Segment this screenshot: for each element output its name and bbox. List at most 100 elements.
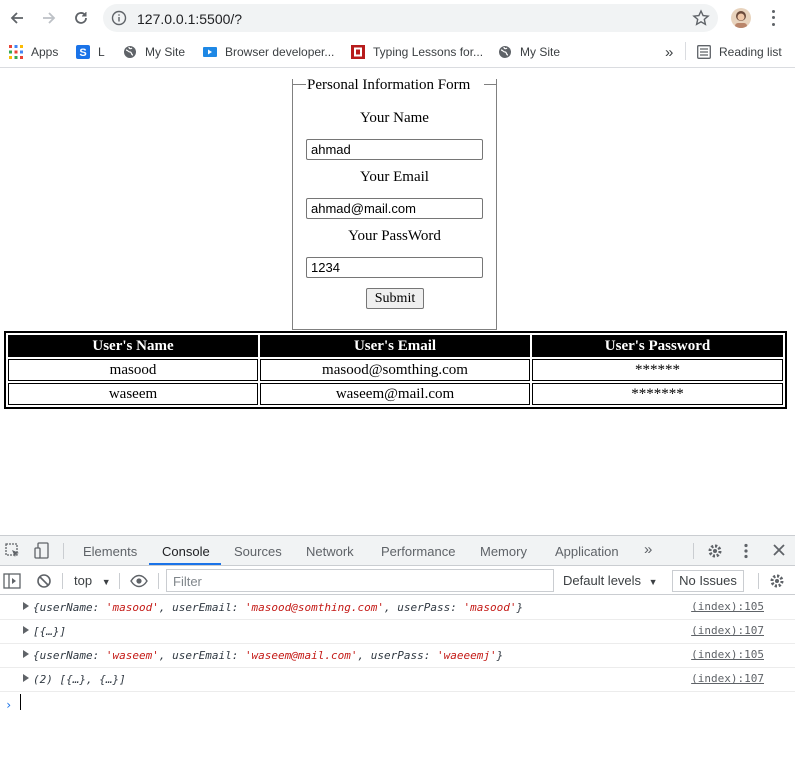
console-filter-input[interactable]: Filter (166, 569, 554, 592)
cell-email: waseem@mail.com (260, 383, 530, 405)
svg-text:S: S (79, 47, 86, 59)
reading-list-icon (697, 45, 711, 59)
bookmark-label: Typing Lessons for... (373, 45, 484, 59)
clear-console-icon[interactable] (36, 573, 52, 592)
console-prompt-chevron-icon: › (5, 698, 13, 712)
address-bar[interactable]: 127.0.0.1:5500/? (103, 4, 718, 32)
bookmark-label: My Site (145, 45, 186, 59)
log-source-link[interactable]: (index):105 (691, 648, 764, 661)
forward-arrow-icon[interactable] (37, 6, 61, 30)
console-input-caret[interactable] (20, 694, 21, 710)
header-users-email: User's Email (260, 335, 530, 357)
form-legend: Personal Information Form (307, 77, 471, 93)
tab-sources[interactable]: Sources (234, 544, 282, 559)
browser-toolbar: 127.0.0.1:5500/? (0, 0, 795, 36)
bookmark-my-site-2[interactable]: My Site (498, 43, 560, 61)
expand-triangle-icon[interactable] (23, 602, 29, 610)
inspect-element-icon[interactable] (5, 543, 21, 562)
issues-button[interactable]: No Issues (672, 570, 744, 592)
bookmark-label: L (98, 45, 105, 59)
tab-application[interactable]: Application (555, 544, 619, 559)
globe-icon (498, 45, 512, 59)
email-label: Your Email (360, 169, 429, 185)
cell-password: ****** (532, 359, 783, 381)
profile-avatar[interactable] (731, 8, 751, 28)
bookmark-star-icon[interactable] (692, 9, 710, 30)
bookmark-browser-developer[interactable]: Browser developer... (203, 43, 334, 61)
reload-icon[interactable] (69, 6, 93, 30)
show-sidebar-icon[interactable] (3, 573, 21, 592)
dropdown-arrow-icon: ▼ (648, 577, 658, 587)
bookmarks-bar: Apps S L My Site Browser developer... Ty… (0, 36, 795, 68)
tab-memory[interactable]: Memory (480, 544, 527, 559)
header-users-name: User's Name (8, 335, 258, 357)
password-input[interactable]: 1234 (306, 257, 483, 278)
log-source-link[interactable]: (index):107 (691, 624, 764, 637)
bookmark-apps[interactable]: Apps (9, 43, 58, 61)
tab-performance[interactable]: Performance (381, 544, 455, 559)
device-toolbar-icon[interactable] (34, 542, 50, 563)
console-log-entry[interactable]: {userName: 'waseem', userEmail: 'waseem@… (0, 644, 795, 668)
tab-console[interactable]: Console (162, 544, 210, 559)
devtools-menu-icon[interactable] (740, 543, 752, 562)
toolbar-divider (158, 573, 159, 589)
table-header-row: User's Name User's Email User's Password (8, 335, 783, 357)
bookmark-label: My Site (520, 45, 561, 59)
info-icon[interactable] (111, 10, 127, 29)
name-label: Your Name (360, 110, 429, 126)
url-text: 127.0.0.1:5500/? (137, 11, 243, 27)
console-toolbar: top ▼ Filter Default levels ▼ No Issues (0, 567, 795, 595)
bookmark-my-site[interactable]: My Site (123, 43, 185, 61)
active-tab-indicator (149, 563, 221, 565)
bookmark-l[interactable]: S L (76, 43, 105, 61)
name-input[interactable]: ahmad (306, 139, 483, 160)
devtools-tab-bar: Elements Console Sources Network Perform… (0, 536, 795, 566)
apps-grid-icon (9, 45, 23, 59)
more-bookmarks-chevron-icon[interactable]: » (665, 43, 673, 61)
settings-gear-icon[interactable] (707, 543, 723, 562)
bookmark-typing-lessons[interactable]: Typing Lessons for... (351, 43, 483, 61)
tab-elements[interactable]: Elements (83, 544, 137, 559)
console-log-entry[interactable]: [{…}] (index):107 (0, 620, 795, 644)
browser-menu-icon[interactable] (768, 8, 778, 28)
context-selector[interactable]: top ▼ (74, 573, 111, 588)
header-users-password: User's Password (532, 335, 783, 357)
log-source-link[interactable]: (index):105 (691, 600, 764, 613)
email-input[interactable]: ahmad@mail.com (306, 198, 483, 219)
fieldset-border (292, 84, 306, 85)
video-icon (203, 45, 217, 59)
log-message: [{…}] (33, 625, 67, 638)
fieldset-border (484, 84, 497, 85)
submit-button[interactable]: Submit (366, 288, 424, 309)
table-row: waseem waseem@mail.com ******* (8, 383, 783, 405)
expand-triangle-icon[interactable] (23, 650, 29, 658)
more-tabs-chevron-icon[interactable]: » (644, 541, 652, 558)
toolbar-divider (119, 573, 120, 589)
toolbar-divider (693, 543, 694, 559)
s-logo-icon: S (76, 45, 90, 59)
bookmarks-divider (685, 42, 686, 60)
log-source-link[interactable]: (index):107 (691, 672, 764, 685)
reading-list-button[interactable]: Reading list (697, 43, 782, 61)
log-message: {userName: 'waseem', userEmail: 'waseem@… (33, 649, 504, 662)
typing-icon (351, 45, 365, 59)
live-expression-eye-icon[interactable] (130, 573, 148, 592)
console-log-entry[interactable]: (2) [{…}, {…}] (index):107 (0, 668, 795, 692)
console-log-entry[interactable]: {userName: 'masood', userEmail: 'masood@… (0, 596, 795, 620)
dropdown-arrow-icon: ▼ (101, 577, 111, 587)
back-arrow-icon[interactable] (5, 6, 29, 30)
expand-triangle-icon[interactable] (23, 626, 29, 634)
tab-network[interactable]: Network (306, 544, 354, 559)
table-row: masood masood@somthing.com ****** (8, 359, 783, 381)
expand-triangle-icon[interactable] (23, 674, 29, 682)
log-levels-dropdown[interactable]: Default levels ▼ (563, 573, 658, 588)
bookmark-label: Apps (31, 45, 59, 59)
console-settings-gear-icon[interactable] (769, 573, 785, 592)
cell-password: ******* (532, 383, 783, 405)
password-label: Your PassWord (348, 228, 441, 244)
users-table: User's Name User's Email User's Password… (4, 331, 787, 409)
toolbar-divider (758, 573, 759, 589)
toolbar-divider (62, 573, 63, 589)
close-devtools-icon[interactable] (772, 543, 786, 560)
context-value: top (74, 573, 93, 588)
